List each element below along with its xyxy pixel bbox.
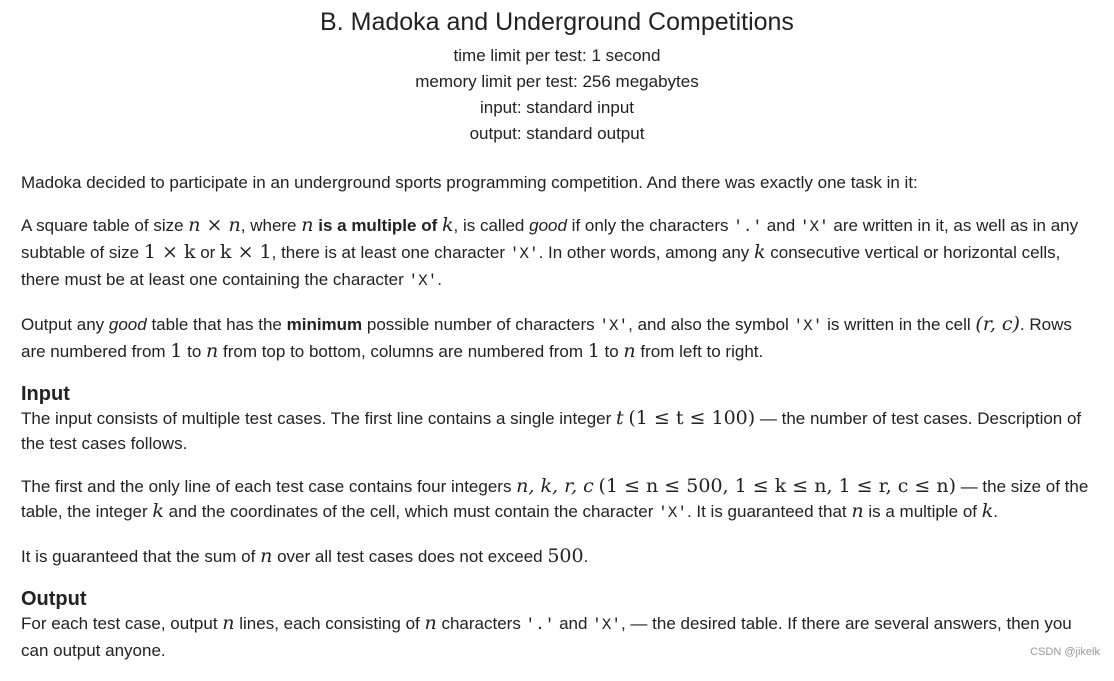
math-expr: k (981, 500, 994, 522)
text: The input consists of multiple test case… (21, 409, 616, 428)
memory-limit: memory limit per test: 256 megabytes (415, 72, 699, 91)
bold-text: minimum (286, 315, 363, 334)
bold-text: is a multiple of (318, 216, 438, 235)
output-type: output: standard output (469, 124, 645, 143)
text: if only the characters (566, 216, 734, 235)
math-expr: k (754, 241, 766, 263)
text: . It is guaranteed that (686, 502, 852, 521)
input-section-title: Input (21, 383, 70, 405)
code-char: 'X' (599, 317, 629, 335)
math-expr: n (260, 545, 273, 567)
text: characters (436, 614, 526, 633)
math-expr: k × 1 (220, 241, 272, 263)
statement-paragraph-2: A square table of size n × n, where n is… (21, 213, 1096, 294)
code-char: '.' (525, 616, 555, 634)
text: and (762, 216, 800, 235)
text: . In other words, among any (538, 243, 755, 262)
math-expr: k (152, 500, 164, 522)
math-expr: n (623, 340, 636, 362)
math-expr: t (615, 407, 624, 429)
statement-paragraph-1: Madoka decided to participate in an unde… (21, 173, 918, 192)
input-paragraph-3: It is guaranteed that the sum of n over … (21, 544, 1096, 569)
math-expr: n (301, 214, 314, 236)
text: and (554, 614, 593, 633)
text: Output any (21, 315, 109, 334)
math-expr: n (851, 500, 864, 522)
text: and the coordinates of the cell, which m… (163, 502, 659, 521)
statement-paragraph-3: Output any good table that has the minim… (21, 312, 1096, 364)
time-limit: time limit per test: 1 second (453, 46, 661, 65)
code-char: 'X' (592, 616, 621, 634)
text: , is called (453, 216, 530, 235)
problem-limits: time limit per test: 1 second memory lim… (0, 43, 1114, 147)
math-expr: 1 (587, 340, 600, 362)
text: A square table of size (21, 216, 189, 235)
code-char: 'X' (408, 272, 438, 290)
code-char: 'X' (793, 317, 823, 335)
code-char: 'X' (658, 504, 687, 522)
text: table that has the (146, 315, 287, 334)
text: For each test case, output (21, 614, 223, 633)
text: from top to bottom, columns are numbered… (218, 342, 588, 361)
math-expr: (1 ≤ n ≤ 500, 1 ≤ k ≤ n, 1 ≤ r, c ≤ n) (598, 475, 956, 497)
text: is written in the cell (822, 315, 976, 334)
input-section: Input The input consists of multiple tes… (21, 382, 1096, 569)
problem-title: B. Madoka and Underground Competitions (320, 8, 794, 36)
math-expr: k (442, 214, 454, 236)
problem-header: B. Madoka and Underground Competitions t… (0, 0, 1114, 147)
text: , and also the symbol (628, 315, 794, 334)
text: The first and the only line of each test… (21, 477, 517, 496)
text: . (437, 270, 443, 289)
input-paragraph-2: The first and the only line of each test… (21, 474, 1096, 526)
math-expr: 1 (170, 340, 183, 362)
text: . (993, 502, 998, 521)
math-expr: 1 × k (143, 241, 196, 263)
math-expr: n, k, r, c (516, 475, 594, 497)
italic-text: good (108, 315, 147, 334)
text: . (583, 547, 589, 566)
text: to (182, 342, 207, 361)
math-expr: (r, c) (975, 313, 1020, 335)
math-expr: n (222, 612, 235, 634)
text: , there is at least one character (271, 243, 510, 262)
output-section: Output For each test case, output n line… (21, 587, 1096, 663)
text: It is guaranteed that the sum of (21, 547, 261, 566)
output-paragraph-1: For each test case, output n lines, each… (21, 611, 1096, 663)
text: lines, each consisting of (234, 614, 425, 633)
text: or (195, 243, 221, 262)
text: to (599, 342, 624, 361)
math-expr: n × n (188, 214, 241, 236)
code-char: 'X' (509, 245, 539, 263)
math-expr: n (424, 612, 437, 634)
code-char: '.' (733, 218, 763, 236)
italic-text: good (529, 216, 567, 235)
text: over all test cases does not exceed (272, 547, 548, 566)
math-expr: (1 ≤ t ≤ 100) (628, 407, 756, 429)
code-char: 'X' (799, 218, 829, 236)
watermark: CSDN @jikelk (1030, 646, 1100, 658)
text: is a multiple of (863, 502, 982, 521)
text: possible number of characters (362, 315, 600, 334)
math-expr: 500 (547, 545, 584, 567)
text: , where (240, 216, 302, 235)
problem-statement: Madoka decided to participate in an unde… (21, 170, 1096, 681)
math-expr: n (206, 340, 219, 362)
input-paragraph-1: The input consists of multiple test case… (21, 406, 1096, 456)
text: from left to right. (635, 342, 764, 361)
output-section-title: Output (21, 588, 87, 610)
input-type: input: standard input (479, 98, 635, 117)
